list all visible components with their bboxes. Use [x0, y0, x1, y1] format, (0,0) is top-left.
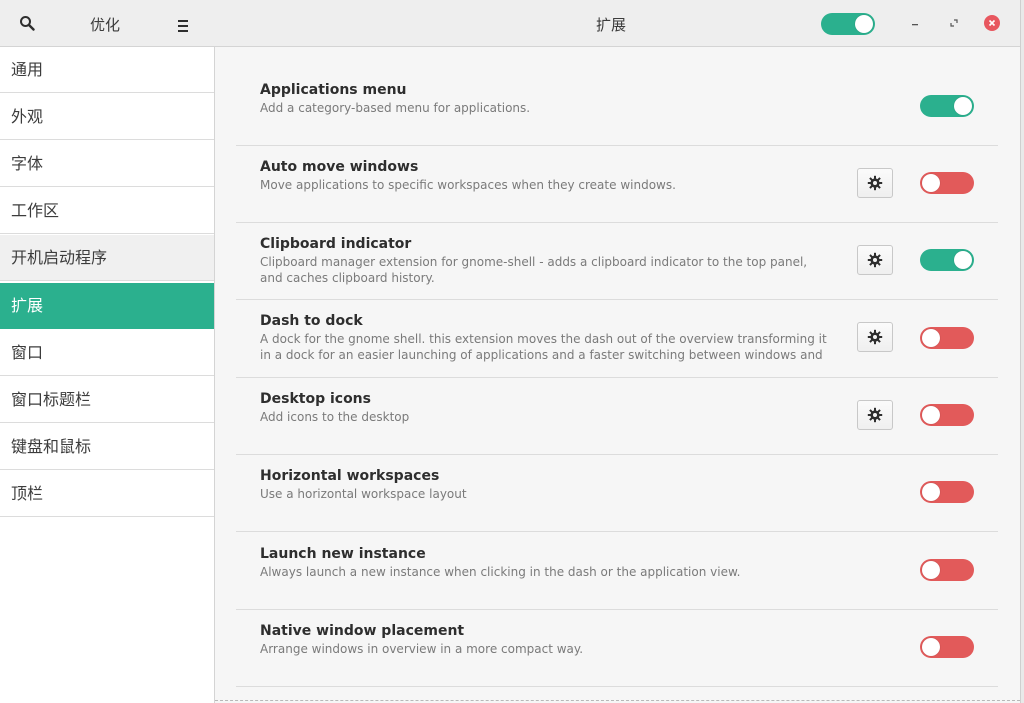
extension-row: Auto move windows Move applications to s…: [236, 146, 998, 223]
extension-description: Arrange windows in overview in a more co…: [260, 642, 584, 656]
hamburger-menu-icon[interactable]: [176, 17, 190, 32]
gear-icon: [867, 407, 883, 423]
sidebar: 通用 外观 字体 工作区 开机启动程序 扩展 窗口 窗口标题栏 键盘和鼠标 顶栏: [0, 47, 215, 703]
switch-knob: [922, 638, 940, 656]
extension-enable-switch[interactable]: [920, 172, 974, 194]
sidebar-item-fonts[interactable]: 字体: [0, 141, 214, 187]
switch-knob: [922, 174, 940, 192]
switch-knob: [922, 483, 940, 501]
extension-title: Auto move windows: [260, 159, 419, 175]
extension-enable-switch[interactable]: [920, 559, 974, 581]
extension-title: Horizontal workspaces: [260, 468, 440, 484]
search-icon[interactable]: [19, 15, 35, 31]
extension-row: Native window placement Arrange windows …: [236, 610, 998, 687]
extension-settings-button[interactable]: [857, 168, 893, 198]
switch-knob: [922, 406, 940, 424]
gear-icon: [867, 175, 883, 191]
sidebar-item-extensions[interactable]: 扩展: [0, 283, 214, 329]
extension-description: Add a category-based menu for applicatio…: [260, 101, 531, 115]
extension-title: Native window placement: [260, 623, 465, 639]
tweaks-window: 优化 扩展 通用 外观 字体 工作区 开机启动程序 扩展 窗口 窗口标题栏 键盘…: [0, 0, 1020, 703]
extension-row: Desktop icons Add icons to the desktop: [236, 378, 998, 455]
extension-row: Horizontal workspaces Use a horizontal w…: [236, 455, 998, 532]
header-bar: 优化 扩展: [0, 0, 1020, 47]
extension-title: Launch new instance: [260, 546, 426, 562]
gear-icon: [867, 329, 883, 345]
app-title: 优化: [90, 16, 121, 34]
extension-enable-switch[interactable]: [920, 95, 974, 117]
extension-row: Clipboard indicator Clipboard manager ex…: [236, 223, 998, 300]
extension-title: Desktop icons: [260, 391, 371, 407]
maximize-icon: [950, 19, 958, 27]
sidebar-item-workspaces[interactable]: 工作区: [0, 188, 214, 234]
switch-knob: [954, 251, 972, 269]
close-icon: [988, 19, 996, 27]
switch-knob: [855, 15, 873, 33]
sidebar-item-general[interactable]: 通用: [0, 47, 214, 93]
extension-description: Clipboard manager extension for gnome-sh…: [260, 255, 808, 285]
extension-description: Always launch a new instance when clicki…: [260, 565, 741, 579]
background-window-edge: [1020, 0, 1024, 703]
extension-enable-switch[interactable]: [920, 481, 974, 503]
sidebar-item-window-titlebars[interactable]: 窗口标题栏: [0, 377, 214, 423]
extension-row: Applications menu Add a category-based m…: [236, 69, 998, 146]
extension-description: Add icons to the desktop: [260, 410, 410, 424]
extension-enable-switch[interactable]: [920, 327, 974, 349]
extension-enable-switch[interactable]: [920, 404, 974, 426]
minimize-button[interactable]: [907, 15, 923, 31]
extension-description: Move applications to specific workspaces…: [260, 178, 676, 192]
maximize-button[interactable]: [946, 15, 962, 31]
extension-settings-button[interactable]: [857, 322, 893, 352]
extension-settings-button[interactable]: [857, 400, 893, 430]
gear-icon: [867, 252, 883, 268]
page-title: 扩展: [596, 16, 627, 34]
switch-knob: [922, 561, 940, 579]
extension-row: Dash to dock A dock for the gnome shell.…: [236, 300, 998, 378]
close-button[interactable]: [984, 15, 1000, 31]
extension-title: Applications menu: [260, 82, 407, 98]
minimize-icon: [912, 24, 918, 26]
extension-title: Dash to dock: [260, 313, 363, 329]
global-extensions-switch[interactable]: [821, 13, 875, 35]
switch-knob: [922, 329, 940, 347]
extension-enable-switch[interactable]: [920, 636, 974, 658]
sidebar-item-keyboard-mouse[interactable]: 键盘和鼠标: [0, 424, 214, 470]
extension-row: Launch new instance Always launch a new …: [236, 532, 998, 610]
extension-description: A dock for the gnome shell. this extensi…: [260, 332, 827, 362]
switch-knob: [954, 97, 972, 115]
extensions-list: Applications menu Add a category-based m…: [215, 47, 1020, 703]
window-bottom-edge: [215, 700, 1020, 701]
sidebar-item-appearance[interactable]: 外观: [0, 94, 214, 140]
sidebar-item-top-bar[interactable]: 顶栏: [0, 471, 214, 517]
sidebar-item-windows[interactable]: 窗口: [0, 330, 214, 376]
extension-description: Use a horizontal workspace layout: [260, 487, 467, 501]
extension-enable-switch[interactable]: [920, 249, 974, 271]
sidebar-item-startup-applications[interactable]: 开机启动程序: [0, 235, 214, 281]
extension-title: Clipboard indicator: [260, 236, 412, 252]
extension-settings-button[interactable]: [857, 245, 893, 275]
